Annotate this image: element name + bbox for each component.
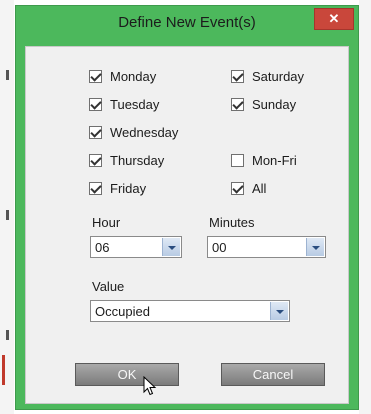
- minutes-label: Minutes: [209, 215, 255, 230]
- background-text-fragment: [6, 210, 9, 220]
- checkbox-thursday[interactable]: Thursday: [89, 153, 164, 168]
- check-icon[interactable]: [231, 154, 244, 167]
- check-icon[interactable]: [89, 154, 102, 167]
- check-icon[interactable]: [231, 182, 244, 195]
- checkbox-mon-fri[interactable]: Mon-Fri: [231, 153, 297, 168]
- background-accent-fragment: [2, 355, 5, 385]
- checkbox-label: All: [252, 181, 267, 196]
- check-icon[interactable]: [231, 98, 244, 111]
- define-event-dialog: Define New Event(s) ✕ Monday Tuesday Wed…: [15, 5, 359, 410]
- checkbox-wednesday[interactable]: Wednesday: [89, 125, 178, 140]
- background-window-right: [359, 0, 371, 414]
- background-text-fragment: [6, 330, 9, 340]
- checkbox-tuesday[interactable]: Tuesday: [89, 97, 159, 112]
- close-button[interactable]: ✕: [314, 8, 354, 30]
- dropdown-arrow-icon[interactable]: [270, 302, 288, 320]
- background-text-fragment: [6, 70, 9, 80]
- checkbox-label: Sunday: [252, 97, 297, 112]
- minutes-select[interactable]: 00: [207, 236, 326, 258]
- dialog-title: Define New Event(s): [118, 14, 256, 31]
- value-value: Occupied: [95, 304, 150, 319]
- mouse-cursor-icon: [143, 376, 157, 396]
- check-icon[interactable]: [89, 98, 102, 111]
- hour-value: 06: [95, 240, 110, 255]
- checkbox-sunday[interactable]: Sunday: [231, 97, 296, 112]
- dialog-content: Monday Tuesday Wednesday Thursday Friday…: [25, 46, 349, 404]
- checkbox-label: Friday: [110, 181, 147, 196]
- title-bar[interactable]: Define New Event(s) ✕: [16, 6, 358, 42]
- checkbox-friday[interactable]: Friday: [89, 181, 146, 196]
- value-select[interactable]: Occupied: [90, 300, 290, 322]
- checkbox-label: Tuesday: [110, 97, 160, 112]
- dropdown-arrow-icon[interactable]: [162, 238, 180, 256]
- check-icon[interactable]: [231, 70, 244, 83]
- minutes-value: 00: [212, 240, 227, 255]
- ok-button[interactable]: OK: [75, 363, 179, 386]
- check-icon[interactable]: [89, 182, 102, 195]
- checkbox-label: Thursday: [110, 153, 165, 168]
- check-icon[interactable]: [89, 126, 102, 139]
- checkbox-monday[interactable]: Monday: [89, 69, 156, 84]
- hour-label: Hour: [92, 215, 121, 230]
- checkbox-saturday[interactable]: Saturday: [231, 69, 304, 84]
- close-icon: ✕: [328, 11, 340, 26]
- check-icon[interactable]: [89, 70, 102, 83]
- cancel-button[interactable]: Cancel: [221, 363, 325, 386]
- value-label: Value: [92, 279, 125, 294]
- dropdown-arrow-icon[interactable]: [306, 238, 324, 256]
- checkbox-label: Wednesday: [110, 125, 179, 140]
- background-window-left: [0, 0, 14, 414]
- checkbox-label: Monday: [110, 69, 157, 84]
- checkbox-label: Saturday: [252, 69, 305, 84]
- checkbox-all[interactable]: All: [231, 181, 266, 196]
- hour-select[interactable]: 06: [90, 236, 182, 258]
- checkbox-label: Mon-Fri: [252, 153, 297, 168]
